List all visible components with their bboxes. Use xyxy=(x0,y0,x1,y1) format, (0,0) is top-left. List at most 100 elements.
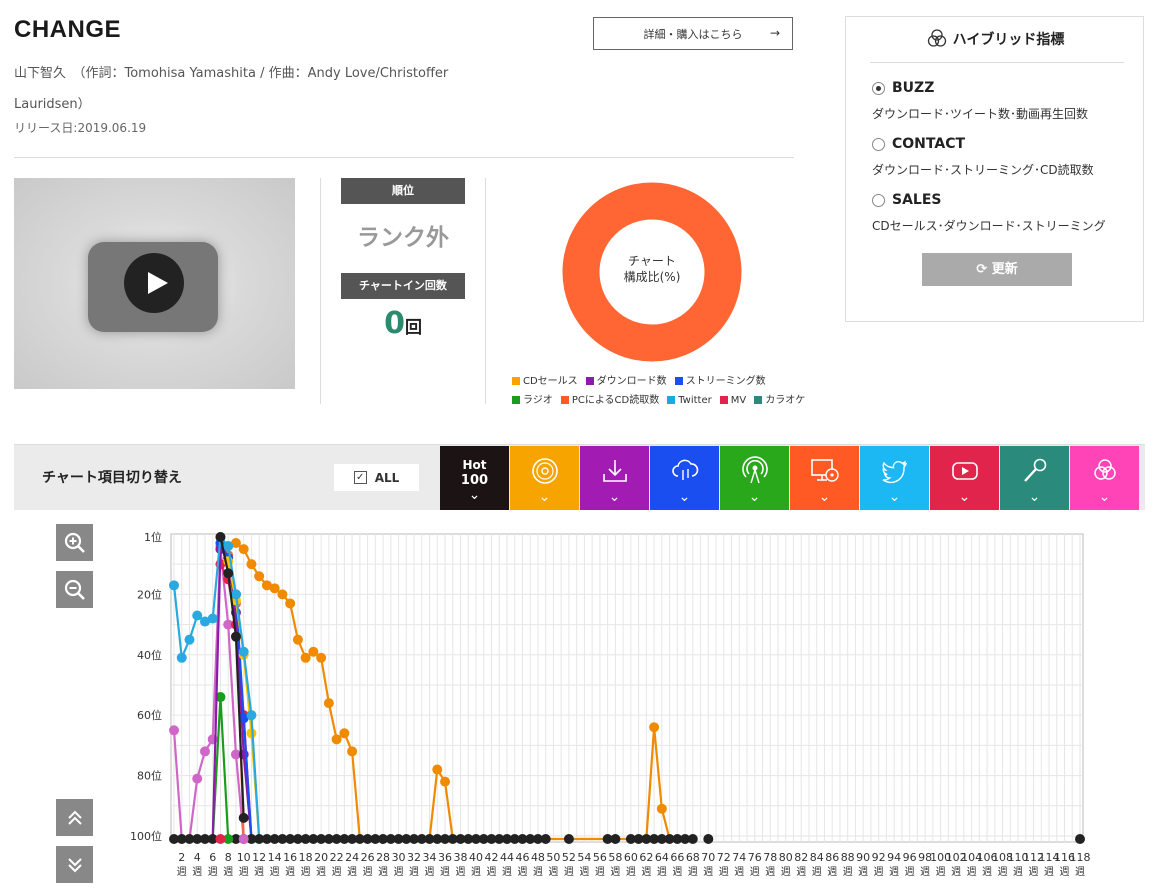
category-toggle-pc-cd[interactable]: ⌄ xyxy=(790,446,859,510)
download-icon xyxy=(600,456,630,490)
x-tick-label: 64 xyxy=(655,851,669,864)
option-label: CONTACT xyxy=(892,136,966,152)
x-tick-label: 16 xyxy=(283,851,297,864)
radio-buzz[interactable] xyxy=(872,82,885,95)
legend-swatch xyxy=(667,396,676,404)
check-icon: ✓ xyxy=(353,471,367,484)
x-tick-label: 74 xyxy=(732,851,746,864)
x-tick-label: 54 xyxy=(577,851,591,864)
x-tick-label: 58 xyxy=(608,851,622,864)
series-point xyxy=(238,544,249,555)
chevron-down-icon: ⌄ xyxy=(678,488,691,505)
x-tick-unit: 週 xyxy=(998,866,1008,878)
x-tick-unit: 週 xyxy=(796,866,806,878)
hybrid-panel: ハイブリッド指標 BUZZ ダウンロード･ツイート数･動画再生回数 CONTAC… xyxy=(845,16,1144,322)
series-point xyxy=(347,746,358,757)
category-toggle-hybrid[interactable]: ⌄ xyxy=(1070,446,1139,510)
play-icon[interactable] xyxy=(124,253,184,313)
chevron-down-icon: ⌄ xyxy=(888,488,901,505)
x-tick-unit: 週 xyxy=(548,866,558,878)
x-tick-label: 48 xyxy=(531,851,545,864)
x-tick-unit: 週 xyxy=(657,866,667,878)
option-desc: CDセールス･ダウンロード･ストリーミング xyxy=(872,219,1106,233)
release-date: リリース日:2019.06.19 xyxy=(14,121,147,135)
chart-toggle-bar: チャート項目切り替え ✓ ALL Hot 100 ⌄ ⌄ ⌄ ⌄ ⌄ ⌄ ⌄ ⌄ ⌄ ⌄ xyxy=(14,444,1145,510)
video-thumbnail[interactable] xyxy=(14,178,295,389)
radio-contact[interactable] xyxy=(872,138,885,151)
x-tick-label: 68 xyxy=(686,851,700,864)
x-tick-label: 44 xyxy=(500,851,514,864)
series-point xyxy=(656,803,667,814)
category-toggle-hot100[interactable]: Hot 100 ⌄ xyxy=(440,446,509,510)
refresh-button[interactable]: ⟳ 更新 xyxy=(922,253,1072,286)
x-tick-unit: 週 xyxy=(208,866,218,878)
chevron-down-icon: ⌄ xyxy=(538,488,551,505)
all-checkbox[interactable]: ✓ ALL xyxy=(334,464,419,491)
category-toggle-karaoke[interactable]: ⌄ xyxy=(1000,446,1069,510)
x-tick-label: 46 xyxy=(515,851,529,864)
chevron-down-icon: ⌄ xyxy=(818,488,831,505)
x-tick-label: 78 xyxy=(763,851,777,864)
x-tick-unit: 週 xyxy=(595,866,605,878)
legend-item: CDセールス xyxy=(512,372,578,391)
x-tick-unit: 週 xyxy=(951,866,961,878)
composition-donut: チャート 構成比(%) xyxy=(562,182,742,362)
series-point xyxy=(199,746,210,757)
hot100-dropout-point xyxy=(1075,834,1085,844)
x-tick-unit: 週 xyxy=(177,866,187,878)
x-tick-label: 24 xyxy=(345,851,359,864)
hot100-dropout-point xyxy=(687,834,698,844)
x-tick-unit: 週 xyxy=(456,866,466,878)
twitter-icon xyxy=(880,456,910,490)
legend-swatch xyxy=(560,396,569,404)
x-tick-unit: 週 xyxy=(440,866,450,878)
streaming-icon xyxy=(670,456,700,490)
x-tick-label: 2 xyxy=(178,851,185,864)
category-toggle-cd[interactable]: ⌄ xyxy=(510,446,579,510)
option-desc: ダウンロード･ツイート数･動画再生回数 xyxy=(872,107,1089,121)
legend-label: ラジオ xyxy=(523,395,553,406)
x-tick-label: 10 xyxy=(237,851,251,864)
x-tick-unit: 週 xyxy=(254,866,264,878)
buy-details-button[interactable]: 詳細・購入はこちら → xyxy=(593,17,793,50)
series-point xyxy=(230,589,241,600)
hot100-icon: Hot 100 xyxy=(461,458,488,488)
x-tick-label: 36 xyxy=(438,851,452,864)
category-toggle-radio[interactable]: ⌄ xyxy=(720,446,789,510)
series-point xyxy=(246,710,257,721)
x-tick-label: 72 xyxy=(717,851,731,864)
rank-history-chart[interactable]: 1位20位40位60位80位100位2週4週6週8週10週12週14週16週18… xyxy=(0,510,1155,895)
x-tick-unit: 週 xyxy=(1044,866,1054,878)
y-tick-label: 60位 xyxy=(137,708,162,722)
x-tick-unit: 週 xyxy=(982,866,992,878)
x-tick-unit: 週 xyxy=(517,866,527,878)
donut-legend: CDセールス ダウンロード数 ストリーミング数 ラジオ PCによるCD読取数 Twitte… xyxy=(512,372,842,410)
radio-sales[interactable] xyxy=(872,194,885,207)
legend-swatch xyxy=(719,396,728,404)
x-tick-unit: 週 xyxy=(332,866,342,878)
x-tick-label: 34 xyxy=(423,851,437,864)
category-toggle-streaming[interactable]: ⌄ xyxy=(650,446,719,510)
x-tick-label: 66 xyxy=(670,851,684,864)
x-tick-label: 70 xyxy=(701,851,715,864)
x-tick-unit: 週 xyxy=(316,866,326,878)
series-point xyxy=(285,598,296,609)
y-tick-label: 100位 xyxy=(130,829,162,843)
series-point xyxy=(223,568,234,579)
category-toggle-download[interactable]: ⌄ xyxy=(580,446,649,510)
x-tick-unit: 週 xyxy=(409,866,419,878)
category-toggle-mv[interactable]: ⌄ xyxy=(930,446,999,510)
chart-grid xyxy=(170,533,1084,843)
series-point xyxy=(292,634,303,645)
x-tick-label: 30 xyxy=(392,851,406,864)
hybrid-dropout-point xyxy=(238,834,249,844)
x-tick-unit: 週 xyxy=(223,866,233,878)
legend-label: ストリーミング数 xyxy=(685,376,766,387)
x-tick-label: 76 xyxy=(748,851,762,864)
x-tick-unit: 週 xyxy=(874,866,884,878)
song-credits: 山下智久 （作詞：Tomohisa Yamashita / 作曲：Andy Lo… xyxy=(14,66,449,112)
category-toggle-twitter[interactable]: ⌄ xyxy=(860,446,929,510)
x-tick-unit: 週 xyxy=(579,866,589,878)
cd-icon xyxy=(530,456,560,490)
series-point xyxy=(192,773,203,784)
